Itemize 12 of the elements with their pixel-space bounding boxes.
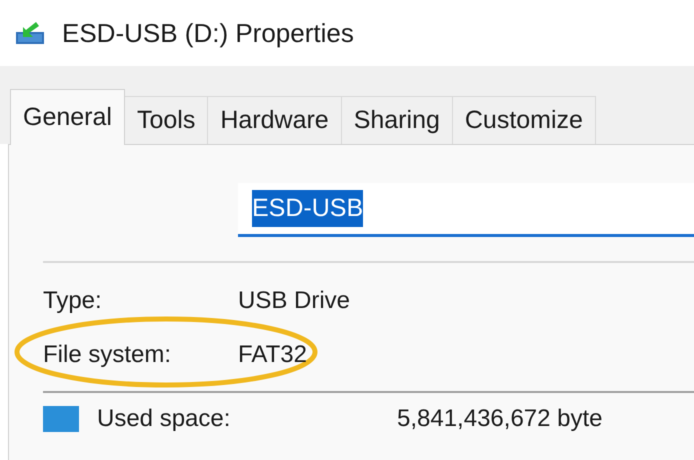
window-title: ESD-USB (D:) Properties — [62, 16, 354, 50]
name-value: ESD-USB — [252, 190, 364, 228]
name-field[interactable]: ESD-USB — [238, 183, 694, 237]
property-value: USB Drive — [238, 286, 350, 316]
property-label: File system: — [43, 340, 172, 370]
tab[interactable]: General — [10, 89, 125, 145]
usb-drive-icon — [14, 20, 46, 46]
property-label: Type: — [43, 286, 103, 316]
space-value: 5,841,436,672 byte — [397, 404, 603, 434]
property-value: FAT32 — [238, 340, 307, 370]
space-label: Used space: — [97, 404, 232, 434]
tab[interactable]: Customize — [452, 96, 596, 144]
